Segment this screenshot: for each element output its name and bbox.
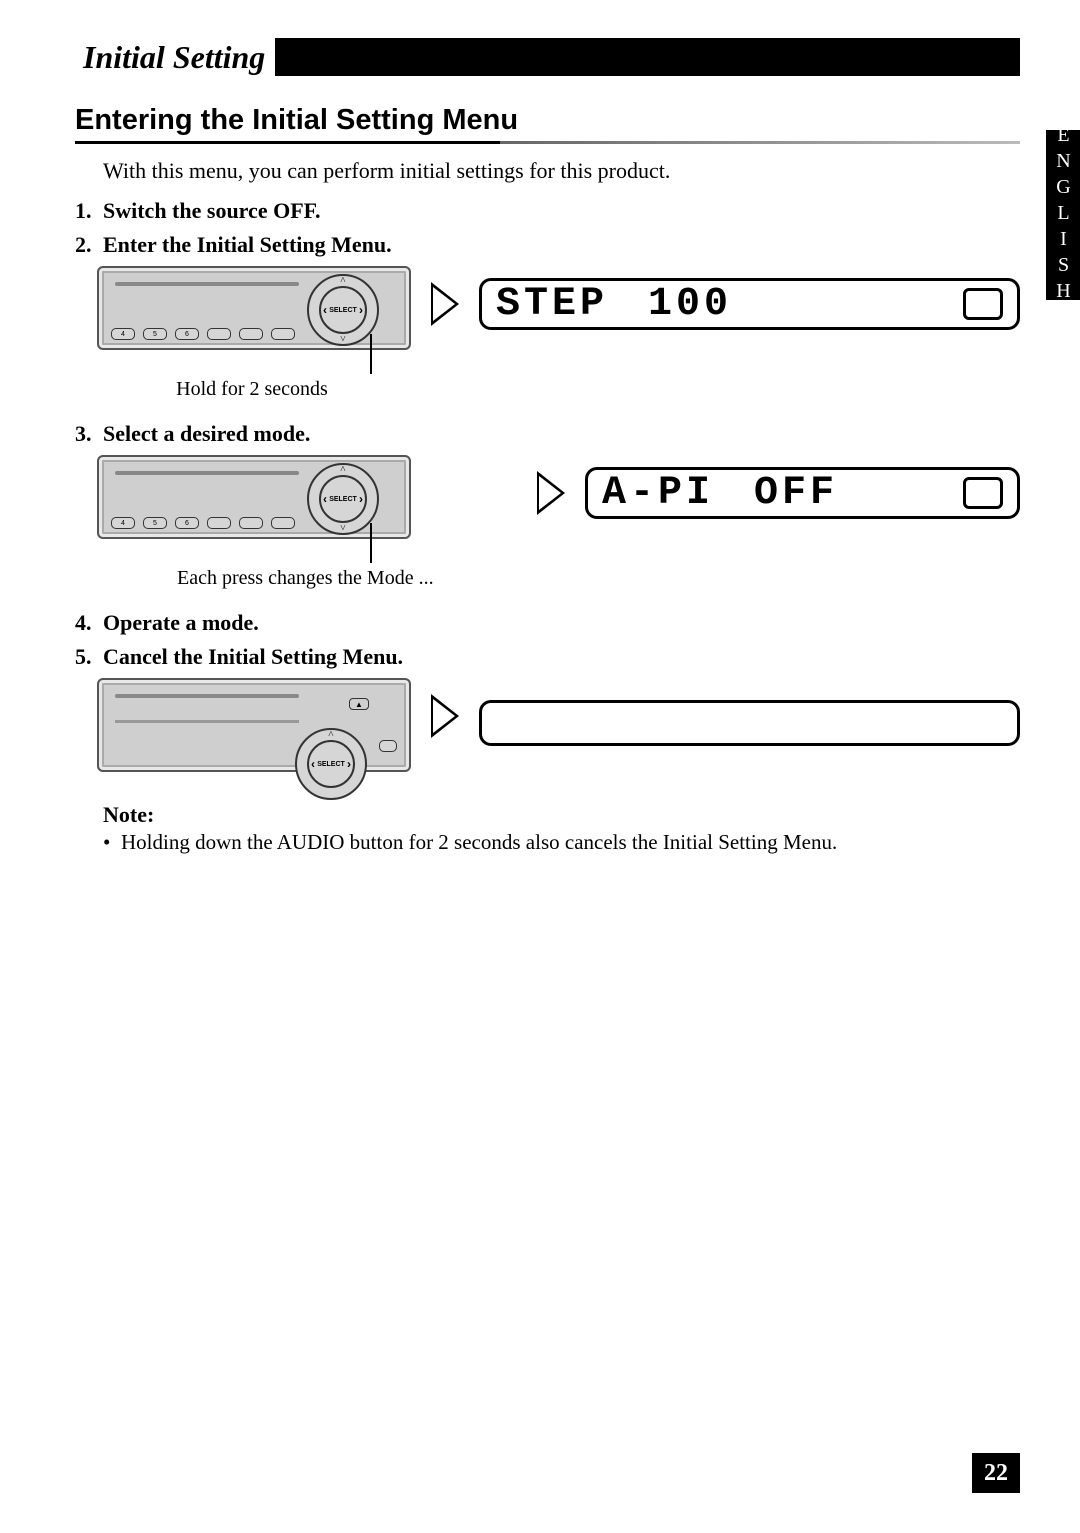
step-number: 2. (75, 232, 103, 258)
lcd-indicator-icon (963, 288, 1003, 320)
step-number: 5. (75, 644, 103, 670)
device-illustration: ▲ ˄ SELECT (97, 678, 411, 772)
section-heading: Entering the Initial Setting Menu (75, 104, 1020, 144)
control-dial: ˄ SELECT ˅ (307, 463, 379, 535)
lcd-display-blank (479, 700, 1020, 746)
preset-button: 6 (175, 517, 199, 529)
side-button (379, 740, 397, 752)
note-label: Note: (103, 802, 1020, 828)
device-slot (115, 471, 299, 475)
lcd-text: STEP (496, 282, 608, 327)
eject-button-icon: ▲ (349, 698, 369, 710)
step-3: 3. Select a desired mode. (75, 421, 1020, 447)
step-text: Enter the Initial Setting Menu. (103, 232, 392, 258)
step-text: Select a desired mode. (103, 421, 310, 447)
device-illustration: 4 5 6 ˄ SELECT ˅ (97, 455, 411, 539)
section-underline (75, 141, 1020, 144)
callout-press: Each press changes the Mode ... (177, 567, 517, 590)
lcd-text: A-PI (602, 471, 714, 516)
lcd-display: A-PI OFF (585, 467, 1020, 519)
page-number: 22 (972, 1453, 1020, 1493)
preset-button-blank (207, 517, 231, 529)
section-intro: With this menu, you can perform initial … (103, 158, 1020, 184)
preset-button-blank (207, 328, 231, 340)
note-block: Note: • Holding down the AUDIO button fo… (103, 802, 1020, 855)
chapter-title-bar-fill (275, 38, 1020, 76)
dial-down-icon: ˅ (340, 334, 346, 345)
preset-button-blank (271, 517, 295, 529)
step-text: Operate a mode. (103, 610, 259, 636)
preset-button: 4 (111, 328, 135, 340)
note-text: Holding down the AUDIO button for 2 seco… (121, 830, 837, 855)
lcd-text: OFF (754, 471, 838, 516)
select-label: SELECT (307, 740, 355, 788)
select-label: SELECT (319, 475, 367, 523)
lcd-display: STEP 100 (479, 278, 1020, 330)
section-title: Entering the Initial Setting Menu (75, 104, 1020, 137)
step-number: 4. (75, 610, 103, 636)
arrow-icon (431, 694, 459, 738)
language-tab: ENGLISH (1046, 130, 1080, 300)
control-dial: ˄ SELECT ˅ (307, 274, 379, 346)
preset-button-blank (271, 328, 295, 340)
step-1: 1. Switch the source OFF. (75, 198, 1020, 224)
note-item: • Holding down the AUDIO button for 2 se… (103, 830, 1020, 855)
figure-row-step2: 4 5 6 ˄ SELECT ˅ Hold for 2 seconds STEP… (97, 266, 1020, 415)
lcd-text: 100 (648, 282, 732, 327)
callout-hold: Hold for 2 seconds (97, 378, 407, 401)
step-4: 4. Operate a mode. (75, 610, 1020, 636)
lcd-indicator-icon (963, 477, 1003, 509)
preset-button-row: 4 5 6 (111, 328, 295, 340)
control-dial: ˄ SELECT (295, 728, 367, 800)
bullet-icon: • (103, 830, 121, 855)
step-2: 2. Enter the Initial Setting Menu. (75, 232, 1020, 258)
step-number: 3. (75, 421, 103, 447)
step-number: 1. (75, 198, 103, 224)
device-slot (115, 694, 299, 698)
preset-button-blank (239, 328, 263, 340)
arrow-icon (537, 471, 565, 515)
device-illustration: 4 5 6 ˄ SELECT ˅ (97, 266, 411, 350)
dial-up-icon: ˄ (340, 464, 346, 475)
step-5: 5. Cancel the Initial Setting Menu. (75, 644, 1020, 670)
preset-button-blank (239, 517, 263, 529)
preset-button: 5 (143, 517, 167, 529)
chapter-title-bar: Initial Setting (75, 38, 1020, 76)
step-text: Cancel the Initial Setting Menu. (103, 644, 403, 670)
arrow-icon (431, 282, 459, 326)
preset-button: 6 (175, 328, 199, 340)
preset-button: 5 (143, 328, 167, 340)
device-line (115, 720, 299, 723)
dial-up-icon: ˄ (340, 275, 346, 286)
device-slot (115, 282, 299, 286)
chapter-title: Initial Setting (75, 38, 275, 76)
callout-line (370, 523, 372, 563)
callout-line (370, 334, 372, 374)
preset-button: 4 (111, 517, 135, 529)
figure-row-step5: ▲ ˄ SELECT (97, 678, 1020, 772)
preset-button-row: 4 5 6 (111, 517, 295, 529)
figure-row-step3: 4 5 6 ˄ SELECT ˅ Each press changes the … (97, 455, 1020, 604)
step-text: Switch the source OFF. (103, 198, 321, 224)
dial-down-icon: ˅ (340, 523, 346, 534)
dial-up-icon: ˄ (328, 729, 334, 740)
select-label: SELECT (319, 286, 367, 334)
